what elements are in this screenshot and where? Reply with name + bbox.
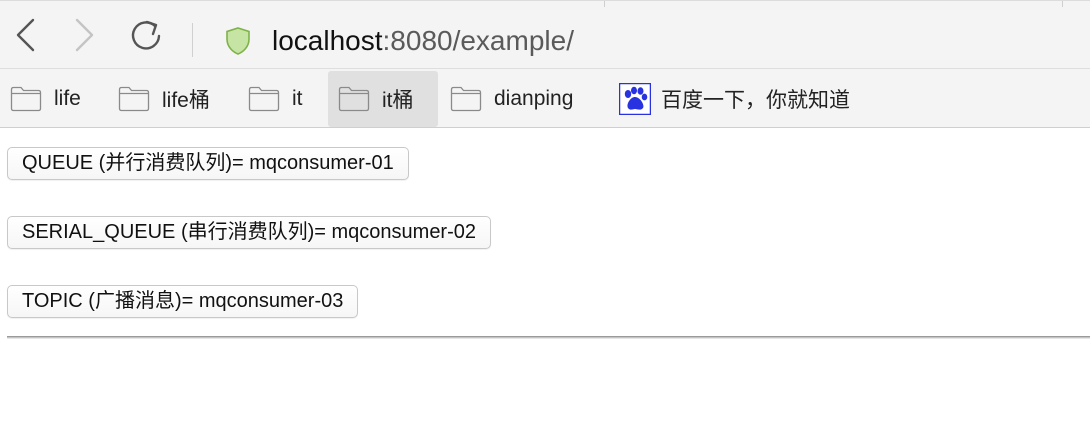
address-bar[interactable]: localhost:8080/example/ [272,23,574,59]
bookmark-label: it [292,87,303,110]
bookmark-label: it桶 [382,89,414,112]
bookmark-label: dianping [494,87,574,110]
shield-icon[interactable] [226,27,250,55]
horizontal-rule [7,336,1090,339]
reload-icon [131,20,161,50]
chevron-left-icon [16,18,35,52]
back-button[interactable] [6,15,46,55]
tab-edge [1062,1,1063,7]
url-host: localhost [272,25,383,56]
bookmark-label: life桶 [162,89,210,112]
bookmark-it[interactable]: it [238,71,313,127]
folder-icon [10,86,42,112]
folder-icon [248,86,280,112]
reload-button[interactable] [126,15,166,55]
bookmark-baidu[interactable]: 百度一下，你就知道 [609,71,860,127]
bookmarks-bar: life life桶 it it桶 dianping 百度一下，你就知道 [0,68,1090,128]
browser-toolbar: localhost:8080/example/ [0,0,1090,68]
serial-queue-button[interactable]: SERIAL_QUEUE (串行消费队列)= mqconsumer-02 [7,216,492,249]
bookmark-dianping[interactable]: dianping [440,71,583,127]
folder-icon [450,86,482,112]
bookmark-life[interactable]: life [0,71,91,127]
bookmark-label: 百度一下，你就知道 [661,89,850,112]
queue-button[interactable]: QUEUE (并行消费队列)= mqconsumer-01 [7,147,409,180]
forward-button[interactable] [64,15,104,55]
folder-icon [118,86,150,112]
url-path: :8080/example/ [382,25,574,56]
page-content: QUEUE (并行消费队列)= mqconsumer-01 SERIAL_QUE… [0,128,1090,448]
chevron-right-icon [75,18,94,52]
folder-icon [338,86,370,112]
topic-button[interactable]: TOPIC (广播消息)= mqconsumer-03 [7,285,359,318]
bookmark-label: life [54,87,81,110]
baidu-paw-icon [619,83,651,115]
tab-edge [604,1,605,7]
toolbar-separator [192,23,193,57]
bookmark-life-bucket[interactable]: life桶 [108,71,220,127]
bookmark-it-bucket[interactable]: it桶 [328,71,438,127]
